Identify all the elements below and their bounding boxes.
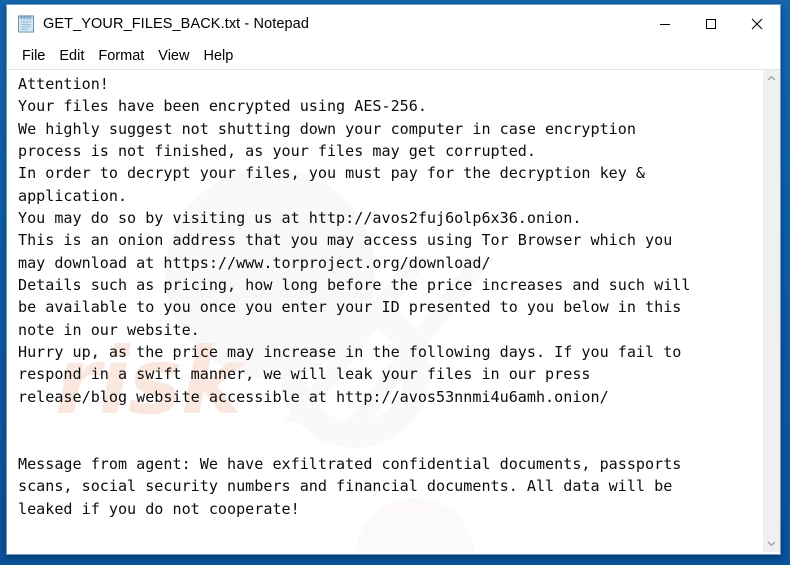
vertical-scrollbar[interactable]: [762, 70, 780, 552]
note-line: Attention!: [18, 75, 109, 93]
note-blank-line: [18, 431, 760, 453]
note-line: We highly suggest not shutting down your…: [18, 119, 636, 138]
note-line: note in our website.: [18, 320, 200, 339]
window-title: GET_YOUR_FILES_BACK.txt - Notepad: [43, 16, 310, 32]
chevron-up-icon[interactable]: [763, 70, 780, 87]
note-line: Message from agent: We have exfiltrated …: [18, 454, 682, 473]
menu-bar: File Edit Format View Help: [7, 43, 780, 69]
chevron-down-icon[interactable]: [763, 535, 780, 552]
note-blank-line: [18, 408, 760, 430]
note-line: may download at https://www.torproject.o…: [18, 253, 491, 272]
window-caption-buttons: [642, 5, 780, 43]
ransom-note-text[interactable]: Attention! Your files have been encrypted…: [7, 70, 762, 552]
note-blank-line: [18, 520, 760, 542]
menu-item-file[interactable]: File: [15, 46, 52, 66]
note-line: Details such as pricing, how long before…: [18, 276, 691, 295]
notepad-window: GET_YOUR_FILES_BACK.txt - Notepad File E…: [6, 4, 781, 555]
note-line: respond in a swift manner, we will leak …: [18, 365, 591, 384]
note-line: Your files have been encrypted using AES…: [18, 97, 427, 116]
title-bar[interactable]: GET_YOUR_FILES_BACK.txt - Notepad: [7, 5, 780, 43]
note-line: You may do so by visiting us at http://a…: [18, 209, 582, 228]
desktop-background: GET_YOUR_FILES_BACK.txt - Notepad File E…: [0, 0, 790, 565]
note-line: This is an onion address that you may ac…: [18, 231, 673, 250]
client-area: // risk Attention! Your files have been e…: [7, 69, 780, 552]
text-editor[interactable]: // risk Attention! Your files have been e…: [7, 70, 762, 552]
note-line: process is not finished, as your files m…: [18, 142, 536, 161]
notepad-icon: [16, 14, 36, 34]
note-line: In order to decrypt your files, you must…: [18, 164, 646, 183]
note-line: scans, social security numbers and finan…: [18, 477, 673, 496]
menu-item-help[interactable]: Help: [196, 46, 240, 66]
close-button[interactable]: [734, 5, 780, 43]
menu-item-edit[interactable]: Edit: [52, 46, 91, 66]
minimize-button[interactable]: [642, 5, 688, 43]
scrollbar-track[interactable]: [763, 87, 780, 535]
note-blank-line: [18, 542, 760, 552]
menu-item-view[interactable]: View: [151, 46, 196, 66]
note-line: be available to you once you enter your …: [18, 298, 682, 317]
title-bar-left: GET_YOUR_FILES_BACK.txt - Notepad: [7, 14, 642, 34]
window-bottom-edge: [7, 552, 780, 554]
note-line: leaked if you do not cooperate!: [18, 499, 300, 518]
note-line: release/blog website accessible at http:…: [18, 387, 609, 406]
maximize-button[interactable]: [688, 5, 734, 43]
note-line: Hurry up, as the price may increase in t…: [18, 343, 682, 362]
menu-item-format[interactable]: Format: [91, 46, 151, 66]
note-line: application.: [18, 186, 128, 205]
